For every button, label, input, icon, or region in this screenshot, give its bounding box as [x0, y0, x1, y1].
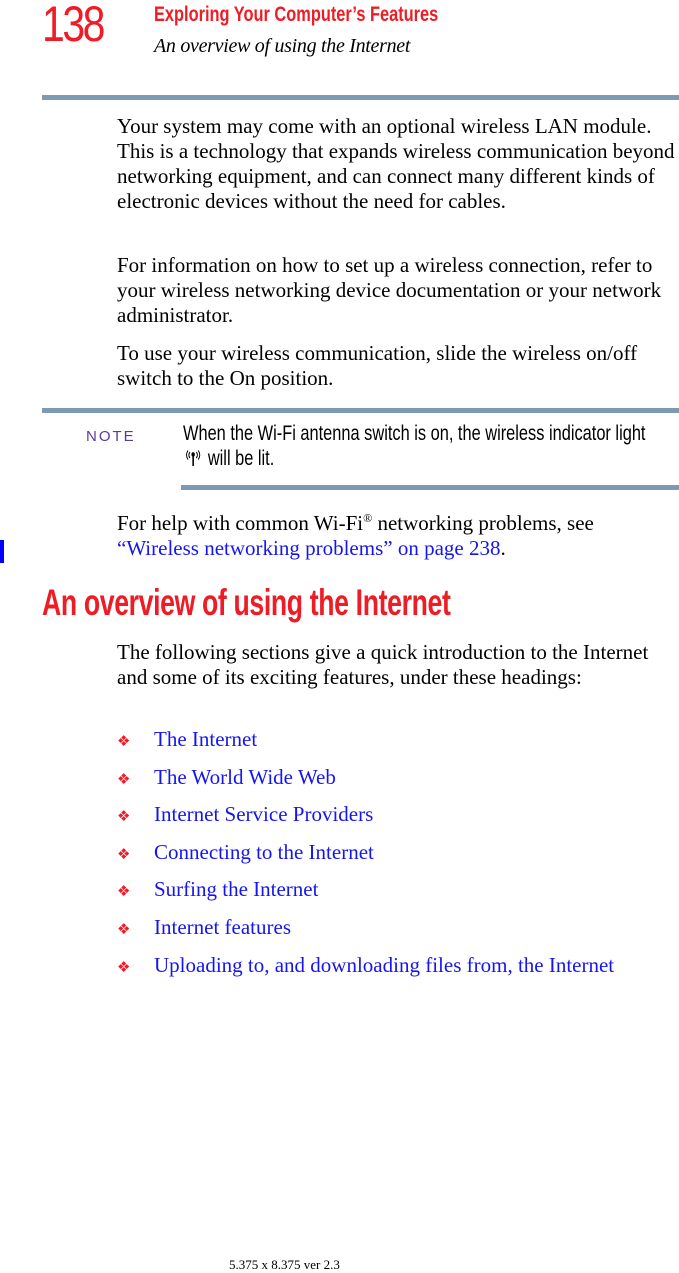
paragraph-wireless-lan: Your system may come with an optional wi…	[117, 114, 675, 213]
wireless-indicator-icon	[183, 448, 203, 466]
body-paragraph: For information on how to set up a wirel…	[117, 253, 679, 328]
bullet-diamond-icon: ❖	[117, 882, 131, 901]
registered-mark: ®	[363, 511, 373, 525]
section-intro: The following sections give a quick intr…	[117, 640, 679, 690]
note-text-after: will be lit.	[207, 447, 275, 470]
bullet-diamond-icon: ❖	[117, 769, 131, 788]
list-item[interactable]: ❖ Surfing the Internet	[117, 877, 679, 915]
topic-link-features[interactable]: Internet features	[154, 915, 291, 940]
topic-link-connecting[interactable]: Connecting to the Internet	[154, 840, 374, 865]
topic-link-uploading-downloading[interactable]: Uploading to, and downloading files from…	[154, 953, 614, 978]
section-intro-text: The following sections give a quick intr…	[117, 640, 649, 689]
list-item[interactable]: ❖ The Internet	[117, 727, 679, 765]
list-item[interactable]: ❖ The World Wide Web	[117, 765, 679, 803]
note-divider-bottom	[181, 485, 679, 490]
note-divider-top	[42, 408, 679, 413]
body-paragraph: Your system may come with an optional wi…	[117, 114, 679, 214]
bullet-diamond-icon: ❖	[117, 807, 131, 826]
bullet-diamond-icon: ❖	[117, 732, 131, 750]
bullet-diamond-icon: ❖	[117, 957, 131, 976]
bullet-diamond-icon: ❖	[117, 919, 131, 938]
topics-list: ❖ The Internet ❖ The World Wide Web ❖ In…	[117, 727, 679, 990]
section-subtitle: An overview of using the Internet	[154, 35, 411, 57]
topic-link-world-wide-web[interactable]: The World Wide Web	[154, 765, 336, 790]
note-label: NOTE	[86, 428, 136, 445]
page-number: 138	[42, 0, 106, 52]
paragraph-setup-info: For information on how to set up a wirel…	[117, 253, 662, 327]
help-paragraph: For help with common Wi-Fi® networking p…	[117, 511, 679, 561]
help-text-middle: networking problems, see	[372, 511, 594, 535]
topic-link-surfing[interactable]: Surfing the Internet	[154, 877, 318, 902]
bullet-diamond-icon: ❖	[117, 844, 131, 863]
note-text-before: When the Wi-Fi antenna switch is on, the…	[183, 422, 646, 445]
topic-link-isps[interactable]: Internet Service Providers	[154, 802, 373, 827]
list-item[interactable]: ❖ Connecting to the Internet	[117, 840, 679, 878]
note-text: When the Wi-Fi antenna switch is on, the…	[183, 421, 651, 471]
topic-link-the-internet[interactable]: The Internet	[154, 727, 257, 752]
list-item[interactable]: ❖ Uploading to, and downloading files fr…	[117, 953, 679, 991]
header-divider	[42, 95, 679, 100]
list-item[interactable]: ❖ Internet Service Providers	[117, 802, 679, 840]
chapter-title: Exploring Your Computer’s Features	[154, 3, 439, 26]
section-heading: An overview of using the Internet	[42, 582, 451, 623]
help-text-before: For help with common Wi-Fi	[117, 511, 364, 535]
change-bar	[0, 540, 4, 563]
wireless-problems-link[interactable]: “Wireless networking problems” on page 2…	[117, 536, 500, 560]
body-paragraph: To use your wireless communication, slid…	[117, 341, 679, 391]
list-item[interactable]: ❖ Internet features	[117, 915, 679, 953]
paragraph-switch-on: To use your wireless communication, slid…	[117, 341, 638, 390]
help-text-after: .	[500, 536, 506, 560]
